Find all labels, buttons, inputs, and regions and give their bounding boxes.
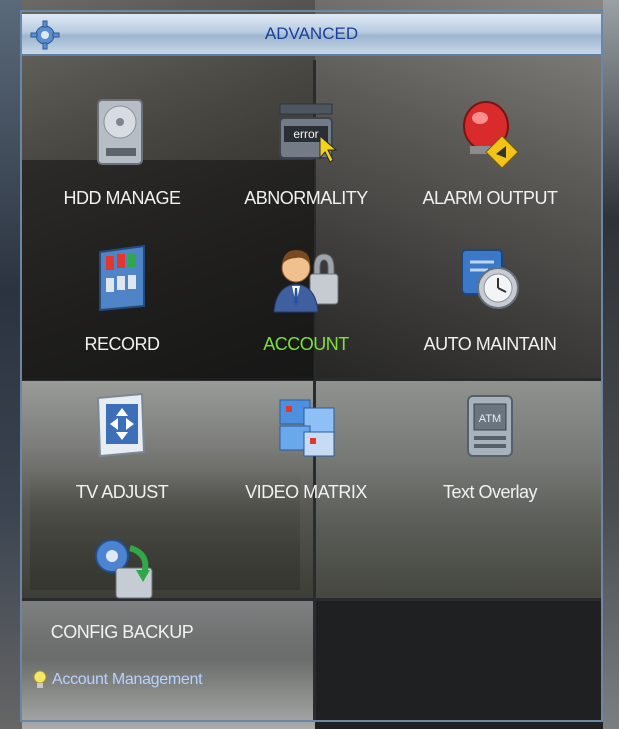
menu-label: HDD MANAGE (63, 188, 181, 208)
menu-item-video-matrix[interactable]: VIDEO MATRIX (216, 390, 396, 530)
menu-label: ABNORMALITY (244, 188, 368, 208)
dvr-screen: ADVANCED HDD MANAGE error ABNORMALITY AL… (0, 0, 619, 729)
atm-badge-text: ATM (479, 413, 501, 425)
menu-item-hdd-manage[interactable]: HDD MANAGE (32, 96, 212, 236)
tv-adjust-icon (96, 392, 146, 458)
menu-item-text-overlay[interactable]: ATM Text Overlay (400, 390, 580, 530)
menu-label: AUTO MAINTAIN (423, 334, 557, 354)
menu-item-tv-adjust[interactable]: TV ADJUST (32, 390, 212, 530)
menu-label-selected: ACCOUNT (263, 334, 349, 354)
title-bar: ADVANCED (22, 14, 601, 56)
menu-item-abnormality[interactable]: error ABNORMALITY (216, 96, 396, 236)
menu-item-account[interactable]: ACCOUNT (216, 242, 396, 382)
menu-label: Text Overlay (442, 482, 538, 502)
menu-label: ALARM OUTPUT (422, 188, 558, 208)
status-text: Account Management (52, 671, 203, 688)
auto-maintain-icon (461, 249, 519, 309)
menu-label: CONFIG BACKUP (50, 622, 194, 642)
left-edge (0, 0, 22, 729)
status-bar: Account Management (32, 668, 203, 692)
window-title: ADVANCED (264, 24, 359, 43)
menu-label: RECORD (84, 334, 160, 354)
config-backup-icon (95, 539, 153, 599)
video-matrix-icon (279, 399, 335, 457)
menu-item-record[interactable]: RECORD (32, 242, 212, 382)
menu-item-alarm-output[interactable]: ALARM OUTPUT (400, 96, 580, 236)
right-edge (603, 0, 619, 729)
menu-item-config-backup[interactable]: CONFIG BACKUP (32, 530, 212, 670)
error-icon: error (279, 103, 338, 163)
menu-label: VIDEO MATRIX (245, 482, 367, 502)
record-icon (99, 244, 145, 312)
account-icon (273, 250, 339, 313)
menu-item-auto-maintain[interactable]: AUTO MAINTAIN (400, 242, 580, 382)
menu-label: TV ADJUST (75, 482, 169, 502)
hdd-icon (97, 99, 143, 165)
alarm-icon (463, 101, 519, 168)
lightbulb-icon (33, 670, 47, 688)
text-overlay-icon: ATM (467, 395, 513, 457)
error-badge-text: error (293, 127, 318, 141)
